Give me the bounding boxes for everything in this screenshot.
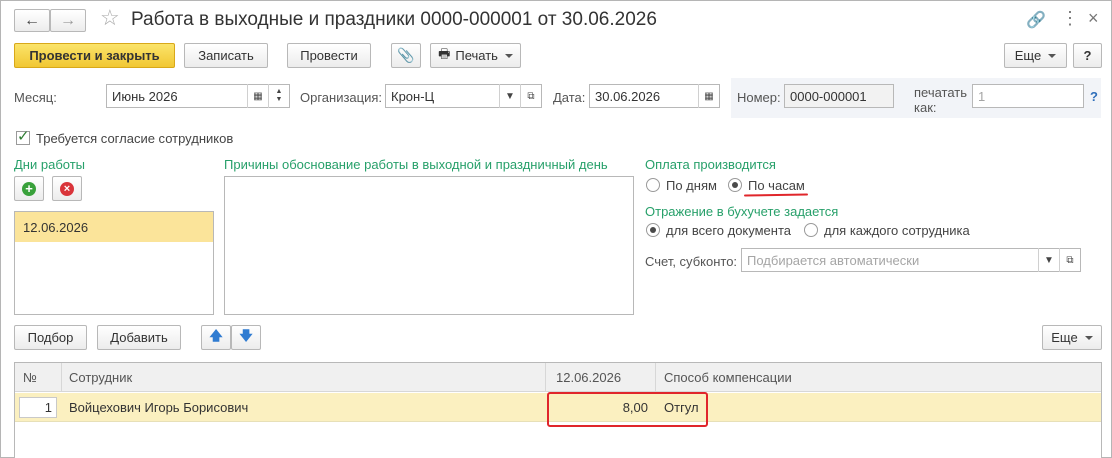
arrow-right-icon: → (60, 11, 76, 29)
print-as-label-line2: как: (914, 100, 937, 115)
post-and-close-button[interactable]: Провести и закрыть (14, 43, 175, 68)
month-stepper[interactable]: ▲ ▼ (268, 84, 289, 108)
arrow-down-icon: 🡇 (239, 327, 253, 343)
work-day-date: 12.06.2026 (23, 219, 89, 235)
number-field: 0000-000001 (784, 84, 894, 108)
add-row-button[interactable]: Добавить (97, 325, 181, 350)
date-field[interactable]: 30.06.2026 ▦ (589, 84, 720, 108)
window-title: Работа в выходные и праздники 0000-00000… (131, 9, 657, 30)
print-button[interactable]: 🖶 Печать (430, 43, 521, 68)
save-button[interactable]: Записать (184, 43, 268, 68)
delete-circle-icon: × (60, 181, 74, 196)
column-divider (545, 363, 546, 392)
month-value: Июнь 2026 (112, 88, 178, 104)
account-placeholder: Подбирается автоматически (747, 252, 920, 268)
delete-day-button[interactable]: × (52, 176, 82, 201)
accounting-employee-radio[interactable] (804, 223, 818, 237)
table-header: № Сотрудник 12.06.2026 Способ компенсаци… (15, 363, 1101, 392)
consent-label: Требуется согласие сотрудников (36, 131, 234, 146)
reasons-textarea[interactable] (224, 176, 634, 315)
forward-button[interactable]: → (50, 9, 86, 32)
move-up-button[interactable]: 🡅 (201, 325, 231, 350)
open-icon[interactable]: ⧉ (1059, 248, 1080, 272)
month-label: Месяц: (14, 90, 57, 105)
account-label: Счет, субконто: (645, 254, 738, 269)
accounting-document-label[interactable]: для всего документа (666, 223, 791, 238)
number-label: Номер: (737, 90, 781, 105)
payment-by-days-label[interactable]: По дням (666, 178, 717, 193)
date-value: 30.06.2026 (595, 88, 661, 104)
column-divider (655, 363, 656, 392)
calendar-icon[interactable]: ▦ (247, 84, 268, 108)
table-more-button[interactable]: Еще (1042, 325, 1102, 350)
payment-title: Оплата производится (645, 157, 776, 172)
column-header-employee[interactable]: Сотрудник (69, 370, 132, 385)
work-days-list: 12.06.2026 (14, 211, 214, 315)
printer-icon: 🖶 (438, 45, 451, 61)
add-day-button[interactable]: + (14, 176, 44, 201)
accounting-title: Отражение в бухучете задается (645, 204, 839, 219)
highlight-box (547, 392, 708, 427)
attach-button[interactable]: 📎 (391, 43, 421, 68)
plus-circle-icon: + (22, 181, 36, 196)
move-down-button[interactable]: 🡇 (231, 325, 261, 350)
month-field[interactable]: Июнь 2026 ▦ ▲ ▼ (106, 84, 290, 108)
organization-field[interactable]: Крон-Ц ▼ ⧉ (385, 84, 542, 108)
number-value: 0000-000001 (790, 88, 867, 104)
account-field[interactable]: Подбирается автоматически ▼ ⧉ (741, 248, 1081, 272)
calendar-icon[interactable]: ▦ (698, 84, 719, 108)
arrow-left-icon: ← (24, 11, 40, 29)
link-icon[interactable]: 🔗 (1026, 10, 1046, 30)
row-number: 1 (44, 400, 52, 415)
organization-value: Крон-Ц (391, 88, 435, 104)
arrow-up-icon: 🡅 (209, 327, 223, 343)
organization-label: Организация: (300, 90, 383, 105)
favorite-star-icon[interactable]: ☆ (100, 5, 120, 31)
payment-by-hours-radio[interactable] (728, 178, 742, 192)
employee-cell[interactable]: Войцехович Игорь Борисович (69, 393, 248, 421)
more-label: Еще (1014, 48, 1042, 63)
column-divider (61, 363, 62, 392)
accounting-employee-label[interactable]: для каждого сотрудника (824, 223, 970, 238)
column-header-compensation[interactable]: Способ компенсации (664, 370, 792, 385)
pick-button[interactable]: Подбор (14, 325, 87, 350)
chevron-down-icon[interactable]: ▼ (1038, 248, 1059, 272)
print-as-value: 1 (978, 88, 986, 104)
paperclip-icon: 📎 (397, 47, 415, 63)
row-number-cell: 1 (19, 397, 57, 418)
print-label: Печать (455, 48, 498, 63)
payment-by-days-radio[interactable] (646, 178, 660, 192)
column-header-date[interactable]: 12.06.2026 (556, 370, 621, 385)
checkmark-icon: ✓ (17, 128, 30, 145)
open-icon[interactable]: ⧉ (520, 84, 541, 108)
back-button[interactable]: ← (14, 9, 50, 32)
accounting-document-radio[interactable] (646, 223, 660, 237)
more-button[interactable]: Еще (1004, 43, 1067, 68)
column-header-number[interactable]: № (23, 370, 37, 385)
date-label: Дата: (553, 90, 586, 105)
print-as-label-line1: печатать (914, 85, 968, 100)
work-days-title: Дни работы (14, 157, 86, 172)
table-more-label: Еще (1051, 330, 1078, 345)
help-link[interactable]: ? (1090, 89, 1098, 104)
reasons-title: Причины обоснование работы в выходной и … (224, 157, 608, 172)
close-icon[interactable]: × (1088, 8, 1099, 29)
print-as-field[interactable]: 1 (972, 84, 1084, 108)
menu-dots-icon[interactable]: ⋮ (1061, 9, 1079, 27)
list-item[interactable]: 12.06.2026 (15, 212, 213, 242)
chevron-down-icon[interactable]: ▼ (499, 84, 520, 108)
consent-checkbox[interactable]: ✓ (16, 128, 30, 145)
post-button[interactable]: Провести (287, 43, 371, 68)
payment-by-hours-label[interactable]: По часам (748, 178, 805, 193)
print-as-label: печатать как: (914, 85, 967, 115)
help-button[interactable]: ? (1073, 43, 1102, 68)
